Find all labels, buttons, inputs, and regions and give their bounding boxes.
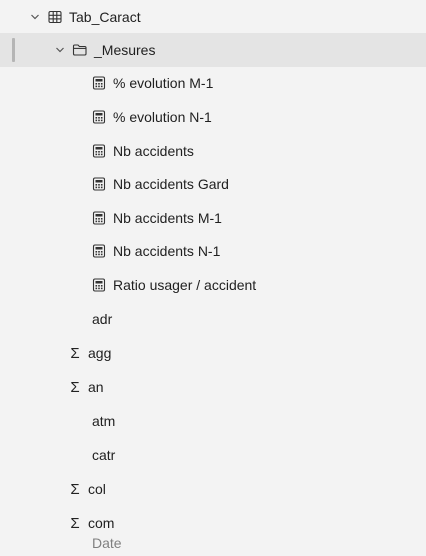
tree-item-label: col [88, 481, 106, 497]
tree-item-column[interactable]: Σ agg [0, 336, 426, 370]
tree-item-label: com [88, 515, 115, 531]
sigma-icon: Σ [70, 344, 80, 362]
tree-item-column[interactable]: Σ col [0, 472, 426, 506]
tree-item-column[interactable]: adr [0, 302, 426, 336]
tree-item-label: % evolution N-1 [113, 109, 212, 125]
tree-item-label: _Mesures [94, 42, 156, 58]
tree-item-column[interactable]: atm [0, 404, 426, 438]
tree-item-measure[interactable]: % evolution N-1 [0, 100, 426, 134]
fields-tree: Tab_Caract _Mesures % evolution M-1 % ev… [0, 0, 426, 553]
calculator-icon [91, 277, 107, 293]
tree-item-table[interactable]: Tab_Caract [0, 0, 426, 34]
tree-item-column[interactable]: Σ com [0, 506, 426, 540]
tree-item-folder-mesures[interactable]: _Mesures [0, 33, 426, 67]
tree-item-measure[interactable]: Nb accidents [0, 134, 426, 168]
chevron-down-icon[interactable] [29, 11, 41, 23]
tree-item-measure[interactable]: Nb accidents M-1 [0, 201, 426, 235]
tree-item-measure[interactable]: Ratio usager / accident [0, 268, 426, 302]
table-icon [47, 9, 63, 25]
calculator-icon [91, 109, 107, 125]
tree-item-label: % evolution M-1 [113, 75, 214, 91]
sigma-icon: Σ [70, 378, 80, 396]
calculator-icon [91, 143, 107, 159]
tree-item-label: an [88, 379, 104, 395]
tree-item-label: atm [92, 413, 116, 429]
tree-item-column[interactable]: Date [0, 536, 426, 556]
tree-item-column[interactable]: Σ an [0, 370, 426, 404]
selection-indicator [12, 38, 15, 62]
tree-item-label: Tab_Caract [69, 9, 141, 25]
tree-item-label: Nb accidents Gard [113, 176, 229, 192]
folder-icon [72, 42, 88, 58]
calculator-icon [91, 243, 107, 259]
calculator-icon [91, 210, 107, 226]
tree-item-label: catr [92, 447, 116, 463]
tree-item-label: Ratio usager / accident [113, 277, 257, 293]
tree-item-label: adr [92, 311, 113, 327]
tree-item-column[interactable]: catr [0, 438, 426, 472]
tree-item-label: Nb accidents M-1 [113, 210, 222, 226]
tree-item-label: Date [92, 535, 122, 551]
tree-item-label: agg [88, 345, 112, 361]
tree-item-measure[interactable]: % evolution M-1 [0, 66, 426, 100]
calculator-icon [91, 75, 107, 91]
tree-item-measure[interactable]: Nb accidents N-1 [0, 234, 426, 268]
sigma-icon: Σ [70, 480, 80, 498]
tree-item-label: Nb accidents [113, 143, 194, 159]
chevron-down-icon[interactable] [54, 44, 66, 56]
sigma-icon: Σ [70, 514, 80, 532]
calculator-icon [91, 176, 107, 192]
tree-item-label: Nb accidents N-1 [113, 243, 221, 259]
tree-item-measure[interactable]: Nb accidents Gard [0, 167, 426, 201]
